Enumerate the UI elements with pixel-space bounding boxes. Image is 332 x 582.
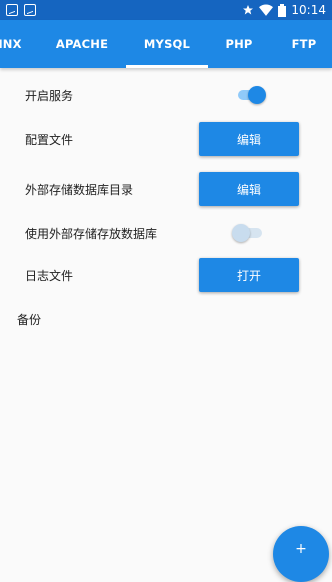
edit-config-button[interactable]: 编辑	[199, 122, 299, 156]
external-dir-label: 外部存储数据库目录	[25, 182, 134, 197]
toggle-thumb	[248, 86, 266, 104]
star-icon	[243, 5, 254, 15]
battery-icon	[278, 3, 287, 17]
notification-icon	[24, 4, 36, 16]
add-button[interactable]: +	[273, 526, 329, 582]
log-file-row: 日志文件 打开	[0, 258, 332, 292]
use-external-label: 使用外部存储存放数据库	[25, 226, 158, 241]
edit-external-dir-button[interactable]: 编辑	[199, 172, 299, 206]
use-external-toggle[interactable]	[232, 223, 268, 243]
tab-php[interactable]: PHP	[212, 20, 266, 68]
status-right: 10:14	[242, 3, 326, 17]
notification-icon	[6, 4, 18, 16]
open-log-button[interactable]: 打开	[199, 258, 299, 292]
tab-ftp[interactable]: FTP	[280, 20, 328, 68]
tab-indicator	[126, 65, 208, 68]
backup-section-title: 备份	[17, 313, 42, 327]
wifi-icon	[259, 4, 274, 16]
log-file-label: 日志文件	[25, 268, 74, 283]
service-toggle[interactable]	[232, 85, 268, 105]
tab-mysql[interactable]: MYSQL	[126, 20, 208, 68]
service-row: 开启服务	[0, 85, 332, 105]
tab-apache[interactable]: APACHE	[44, 20, 120, 68]
config-file-row: 配置文件 编辑	[0, 122, 332, 156]
use-external-row: 使用外部存储存放数据库	[0, 223, 332, 243]
clock: 10:14	[291, 3, 326, 17]
tab-bar: INX APACHE MYSQL PHP FTP	[0, 20, 332, 68]
status-left	[6, 4, 36, 16]
service-label: 开启服务	[25, 88, 74, 103]
status-bar: 10:14	[0, 0, 332, 20]
tab-nginx[interactable]: INX	[0, 20, 26, 68]
external-dir-row: 外部存储数据库目录 编辑	[0, 172, 332, 206]
toggle-thumb	[232, 224, 250, 242]
config-file-label: 配置文件	[25, 132, 74, 147]
